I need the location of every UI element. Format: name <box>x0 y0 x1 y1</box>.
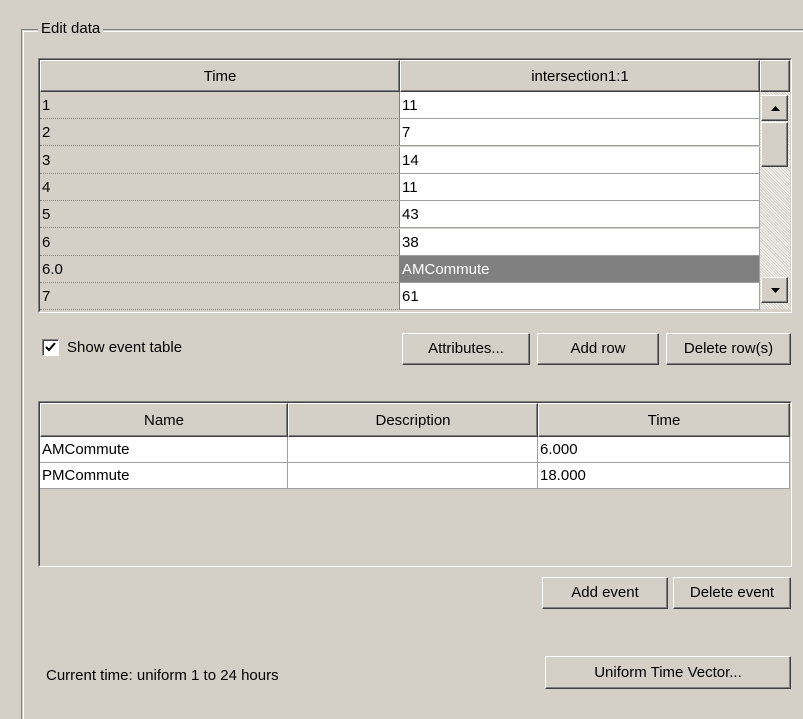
add-row-button[interactable]: Add row <box>537 333 659 365</box>
scroll-thumb[interactable] <box>761 122 788 167</box>
group-title: Edit data <box>38 19 104 39</box>
column-header-corner <box>760 60 790 92</box>
data-row-value[interactable]: 14 <box>400 147 760 174</box>
data-row-value[interactable]: 11 <box>400 174 760 201</box>
data-row-time[interactable]: 4 <box>40 174 400 201</box>
scroll-up-button[interactable] <box>761 95 788 121</box>
data-row-time[interactable]: 6 <box>40 229 400 256</box>
data-row-time[interactable]: 6.0 <box>40 256 400 283</box>
scroll-up-arrow-icon <box>771 106 780 111</box>
event-name-cell[interactable]: AMCommute <box>40 437 288 463</box>
data-row-value[interactable]: 43 <box>400 201 760 228</box>
data-row-time[interactable]: 1 <box>40 92 400 119</box>
show-event-table-checkbox[interactable] <box>42 339 59 356</box>
data-row-value[interactable]: 61 <box>400 283 760 310</box>
add-event-button[interactable]: Add event <box>542 577 668 609</box>
event-header-description[interactable]: Description <box>288 403 538 437</box>
data-row-time[interactable]: 7 <box>40 283 400 310</box>
data-row-value[interactable]: 11 <box>400 92 760 119</box>
data-row-value[interactable]: 7 <box>400 119 760 146</box>
attributes-button[interactable]: Attributes... <box>402 333 530 365</box>
data-row-time[interactable]: 3 <box>40 147 400 174</box>
scroll-down-button[interactable] <box>761 277 788 303</box>
show-event-table-label[interactable]: Show event table <box>67 338 182 358</box>
data-row-time[interactable]: 5 <box>40 201 400 228</box>
event-name-cell[interactable]: PMCommute <box>40 463 288 489</box>
current-time-status: Current time: uniform 1 to 24 hours <box>46 667 279 684</box>
scroll-down-arrow-icon <box>771 288 780 293</box>
event-description-cell[interactable] <box>288 463 538 489</box>
checkmark-icon <box>45 342 56 352</box>
uniform-time-vector-button[interactable]: Uniform Time Vector... <box>545 656 791 689</box>
data-row-value[interactable]: AMCommute <box>400 256 760 283</box>
event-time-cell[interactable]: 6.000 <box>538 437 790 463</box>
event-header-time[interactable]: Time <box>538 403 790 437</box>
column-header-intersection[interactable]: intersection1:1 <box>400 60 760 92</box>
data-row-time[interactable]: 2 <box>40 119 400 146</box>
event-description-cell[interactable] <box>288 437 538 463</box>
delete-rows-button[interactable]: Delete row(s) <box>666 333 791 365</box>
data-row-value[interactable]: 38 <box>400 229 760 256</box>
column-header-time[interactable]: Time <box>40 60 400 92</box>
event-header-name[interactable]: Name <box>40 403 288 437</box>
event-time-cell[interactable]: 18.000 <box>538 463 790 489</box>
delete-event-button[interactable]: Delete event <box>673 577 791 609</box>
